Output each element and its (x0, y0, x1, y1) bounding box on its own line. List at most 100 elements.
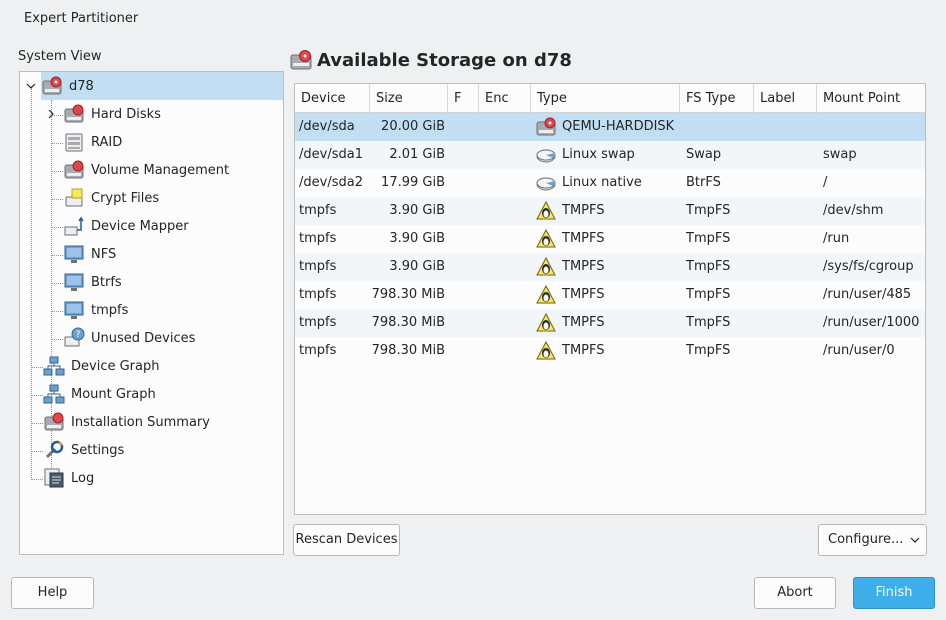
tree-item-device-graph[interactable]: Device Graph (43, 352, 159, 380)
column-header-type[interactable]: Type (531, 84, 680, 113)
column-header-fs-type[interactable]: FS Type (680, 84, 754, 113)
tree-connector (51, 199, 63, 200)
settings-icon (45, 440, 64, 459)
table-row[interactable]: /dev/sda2 17.99 GiB Linux native BtrFS / (295, 169, 925, 197)
storage-table[interactable]: Device Size F Enc Type FS Type Label Mou… (294, 83, 926, 515)
tmpfs-tux-icon (536, 340, 556, 360)
table-row[interactable]: tmpfs 3.90 GiB TMPFS TmpFS/run (295, 225, 925, 253)
cell-fs-type: TmpFS (686, 231, 731, 246)
finish-button[interactable]: Finish (853, 577, 935, 609)
column-header-size[interactable]: Size (370, 84, 448, 113)
tree-connector (51, 339, 63, 340)
cell-size: 20.00 GiB (381, 119, 445, 134)
tree-item-device-mapper[interactable]: Device Mapper (63, 212, 189, 240)
system-view-tree[interactable]: d78 Hard Disks RAID Volume Management Cr… (19, 71, 284, 555)
tree-item-volume-management[interactable]: Volume Management (63, 156, 229, 184)
cell-device: tmpfs (299, 287, 337, 302)
tree-item-nfs[interactable]: NFS (63, 240, 116, 268)
tmpfs-tux-icon (536, 312, 556, 332)
tree-item-hard-disks[interactable]: Hard Disks (63, 100, 161, 128)
tree-item-label: Btrfs (91, 274, 122, 290)
cell-mount-point: swap (823, 147, 857, 162)
cell-size: 2.01 GiB (389, 147, 445, 162)
partition-icon (536, 149, 556, 163)
cell-device: /dev/sda1 (299, 147, 363, 162)
tree-item-installation-summary[interactable]: Installation Summary (43, 408, 210, 436)
table-row[interactable]: tmpfs 798.30 MiB TMPFS TmpFS/run/user/1000 (295, 309, 925, 337)
table-row[interactable]: /dev/sda 20.00 GiB QEMU-HARDDISK (295, 113, 925, 141)
tree-item-raid[interactable]: RAID (63, 128, 122, 156)
cell-device: tmpfs (299, 343, 337, 358)
column-header-device[interactable]: Device (295, 84, 370, 113)
cell-fs-type: TmpFS (686, 287, 731, 302)
raid-icon (65, 133, 83, 152)
expand-arrow-icon[interactable] (45, 108, 57, 120)
tree-item-unused-devices[interactable]: ? Unused Devices (63, 324, 195, 352)
table-header: Device Size F Enc Type FS Type Label Mou… (295, 84, 925, 113)
column-header-mount-point[interactable]: Mount Point (817, 84, 925, 113)
cell-fs-type: BtrFS (686, 175, 721, 190)
tree-connector (51, 143, 63, 144)
nfs-icon (64, 245, 84, 263)
device-mapper-icon (64, 216, 84, 236)
table-row[interactable]: /dev/sda1 2.01 GiB Linux swap Swap swap (295, 141, 925, 169)
table-row[interactable]: tmpfs 3.90 GiB TMPFS TmpFS/sys/fs/cgroup (295, 253, 925, 281)
column-header-enc[interactable]: Enc (479, 84, 531, 113)
tree-item-settings[interactable]: Settings (43, 436, 124, 464)
abort-button[interactable]: Abort (754, 577, 836, 609)
harddisk-icon (42, 76, 62, 95)
table-row[interactable]: tmpfs 3.90 GiB TMPFS TmpFS/dev/shm (295, 197, 925, 225)
cell-fs-type: TmpFS (686, 315, 731, 330)
tree-item-mount-graph[interactable]: Mount Graph (43, 380, 156, 408)
tree-item-label: tmpfs (91, 302, 129, 318)
tree-item-tmpfs[interactable]: tmpfs (63, 296, 128, 324)
tree-connector (31, 395, 43, 396)
help-button[interactable]: Help (11, 577, 94, 609)
tree-item-btrfs[interactable]: Btrfs (63, 268, 122, 296)
cell-label (760, 197, 815, 225)
tree-item-crypt-files[interactable]: Crypt Files (63, 184, 159, 212)
cell-type-icon (535, 225, 559, 253)
rescan-devices-button[interactable]: Rescan Devices (293, 524, 400, 556)
cell-type-icon (535, 253, 559, 281)
cell-label (760, 337, 815, 365)
harddisk-icon (64, 104, 84, 123)
cell-device: /dev/sda2 (299, 175, 363, 190)
tree-connector (51, 311, 63, 312)
system-view-label: System View (18, 49, 102, 64)
installation-summary-icon (44, 412, 64, 431)
tmpfs-icon (64, 301, 84, 319)
chevron-down-icon (910, 537, 920, 543)
cell-label (760, 169, 815, 197)
cell-mount-point: /sys/fs/cgroup (823, 259, 914, 274)
tree-item-d78[interactable]: d78 (41, 72, 283, 100)
cell-device: tmpfs (299, 315, 337, 330)
cell-label (760, 113, 815, 141)
tmpfs-tux-icon (536, 200, 556, 220)
cell-type: Linux swap (562, 147, 635, 162)
column-header-label[interactable]: Label (754, 84, 817, 113)
table-row[interactable]: tmpfs 798.30 MiB TMPFS TmpFS/run/user/485 (295, 281, 925, 309)
tree-item-label: Unused Devices (91, 330, 196, 346)
tmpfs-tux-icon (536, 284, 556, 304)
harddisk-icon (290, 50, 312, 70)
tree-connector (51, 227, 63, 228)
configure-dropdown[interactable]: Configure... (818, 524, 927, 556)
cell-size: 3.90 GiB (389, 231, 445, 246)
cell-label (760, 309, 815, 337)
column-header-f[interactable]: F (448, 84, 479, 113)
tree-connector (31, 367, 43, 368)
tree-item-log[interactable]: Log (43, 464, 94, 492)
mount-graph-icon (43, 384, 65, 404)
cell-size: 3.90 GiB (389, 203, 445, 218)
cell-mount-point (823, 113, 925, 141)
table-row[interactable]: tmpfs 798.30 MiB TMPFS TmpFS/run/user/0 (295, 337, 925, 365)
cell-device: /dev/sda (299, 119, 355, 134)
cell-label (760, 225, 815, 253)
collapse-arrow-icon[interactable] (25, 80, 37, 92)
cell-mount-point: / (823, 175, 828, 190)
configure-label: Configure... (828, 532, 904, 547)
cell-mount-point: /run (823, 231, 850, 246)
page-title-text: Available Storage on d78 (317, 49, 572, 71)
tmpfs-tux-icon (536, 256, 556, 276)
